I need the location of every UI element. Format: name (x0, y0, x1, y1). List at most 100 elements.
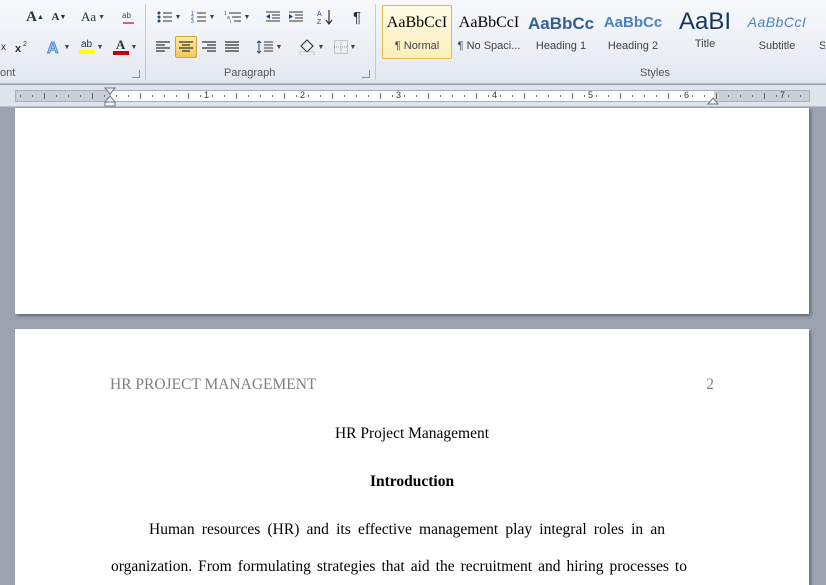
text-effects-icon: A (46, 40, 59, 55)
svg-text:x: x (15, 43, 22, 54)
right-indent-marker-icon[interactable] (707, 94, 719, 106)
justify-button[interactable] (221, 36, 243, 58)
change-case-button[interactable]: Aa ▼ (78, 6, 108, 28)
ruler-tick (740, 95, 741, 97)
change-case-label: Aa (80, 9, 97, 24)
paragraph-group-label: Paragraph (224, 67, 276, 79)
clear-formatting-button[interactable]: ab (118, 6, 140, 28)
style-name: Heading 2 (607, 40, 659, 52)
ruler-tick (128, 95, 129, 97)
ruler-tick (44, 93, 45, 99)
document-area[interactable]: HR PROJECT MANAGEMENT 2 HR Project Manag… (0, 108, 826, 585)
group-divider (145, 4, 146, 80)
ruler-tick (116, 95, 117, 97)
ruler-tick (296, 95, 297, 97)
line-spacing-icon (256, 40, 273, 54)
ruler-number: 6 (684, 90, 690, 100)
numbering-button[interactable]: 1 2 3 ▼ (188, 6, 218, 28)
style-sample (816, 14, 825, 36)
ruler-tick (224, 95, 225, 97)
ruler-tick (80, 95, 81, 97)
body-line: Human resources (HR) and its effective m… (149, 521, 665, 538)
style-normal[interactable]: AaBbCcI ¶ Normal (382, 5, 452, 59)
line-spacing-button[interactable]: ▼ (254, 36, 284, 58)
ruler-tick (536, 95, 537, 97)
subscript-icon: x (1, 42, 6, 53)
align-center-button[interactable] (175, 36, 197, 58)
style-no-spacing[interactable]: AaBbCcI ¶ No Spaci... (455, 5, 523, 59)
ruler-tick (548, 95, 549, 97)
style-heading-2[interactable]: AaBbCc Heading 2 (599, 5, 667, 59)
ruler-tick (404, 95, 405, 97)
align-left-button[interactable] (152, 36, 174, 58)
ruler-tick (692, 95, 693, 97)
ruler-number: 5 (588, 90, 594, 100)
left-indent-marker-icon[interactable] (104, 87, 116, 107)
ruler-tick (140, 93, 141, 99)
paragraph-dialog-launcher-icon[interactable] (362, 70, 370, 78)
ruler-left-margin (16, 91, 111, 101)
ruler-number: 2 (300, 90, 306, 100)
running-head: HR PROJECT MANAGEMENT (110, 376, 317, 393)
style-title[interactable]: AaBI Title (671, 5, 739, 59)
ruler-tick (560, 95, 561, 97)
font-color-button[interactable]: A ▼ (110, 36, 140, 58)
ruler-tick (92, 93, 93, 99)
ruler-tick (416, 95, 417, 97)
ruler-tick (356, 95, 357, 97)
svg-text:2: 2 (23, 41, 27, 48)
text-effects-button[interactable]: A ▼ (44, 36, 72, 58)
sort-button[interactable]: AZ (314, 6, 336, 28)
ruler-tick (20, 95, 21, 97)
shading-button[interactable]: ▼ (296, 36, 326, 58)
style-heading-1[interactable]: AaBbCc Heading 1 (527, 5, 595, 59)
style-sample: AaBbCcI (386, 14, 448, 31)
decrease-indent-button[interactable] (262, 6, 284, 28)
align-center-icon (179, 41, 193, 52)
page-2[interactable]: HR PROJECT MANAGEMENT 2 HR Project Manag… (15, 329, 809, 585)
style-sample: AaBI (678, 8, 732, 35)
ruler-tick (788, 95, 789, 97)
ruler-tick (488, 95, 489, 97)
shrink-font-label: A (51, 11, 60, 23)
grow-font-label: A (26, 8, 37, 25)
superscript-button[interactable]: x2 (12, 36, 32, 58)
ruler-tick (728, 95, 729, 97)
style-name: ¶ Normal (394, 40, 440, 52)
bullets-button[interactable]: ▼ (154, 6, 184, 28)
shrink-font-button[interactable]: A ▼ (48, 6, 70, 28)
ruler-tick (656, 95, 657, 97)
style-name: S (816, 40, 825, 52)
style-more[interactable]: S (815, 5, 826, 59)
ruler-tick (32, 95, 33, 97)
increase-indent-button[interactable] (285, 6, 307, 28)
page-1[interactable] (15, 108, 809, 314)
ruler-tick (524, 93, 525, 99)
borders-button[interactable]: ▼ (330, 36, 360, 58)
ruler-tick (668, 93, 669, 99)
ruler-tick (680, 95, 681, 97)
style-sample: AaBbCc (603, 14, 663, 31)
grow-font-button[interactable]: A ▲ (24, 6, 46, 28)
ruler-tick (260, 95, 261, 97)
style-subtitle[interactable]: AaBbCcI Subtitle (743, 5, 811, 59)
highlight-icon: ab (78, 40, 95, 54)
show-marks-button[interactable]: ¶ (346, 6, 368, 28)
ruler-track: 1 2 3 4 5 6 7 (15, 90, 810, 102)
svg-text:3: 3 (191, 19, 194, 24)
ruler-tick (596, 95, 597, 97)
multilevel-list-button[interactable]: 1 a i ▼ (222, 6, 252, 28)
paint-bucket-icon (299, 39, 314, 55)
superscript-icon: x2 (15, 41, 27, 54)
ribbon: A ▲ A ▼ Aa ▼ ab x x2 A ▼ ab ▼ A ▼ ont ▼ 1 2 3 ▼ (0, 0, 826, 84)
ruler-tick (332, 93, 333, 99)
align-right-button[interactable] (198, 36, 220, 58)
ruler-tick (704, 95, 705, 97)
horizontal-ruler[interactable]: 1 2 3 4 5 6 7 (0, 85, 826, 107)
font-dialog-launcher-icon[interactable] (132, 70, 140, 78)
highlight-color-button[interactable]: ab ▼ (76, 36, 106, 58)
ruler-tick (152, 95, 153, 97)
ruler-tick (764, 93, 765, 99)
subscript-button[interactable]: x (0, 36, 10, 58)
ruler-tick (644, 95, 645, 97)
